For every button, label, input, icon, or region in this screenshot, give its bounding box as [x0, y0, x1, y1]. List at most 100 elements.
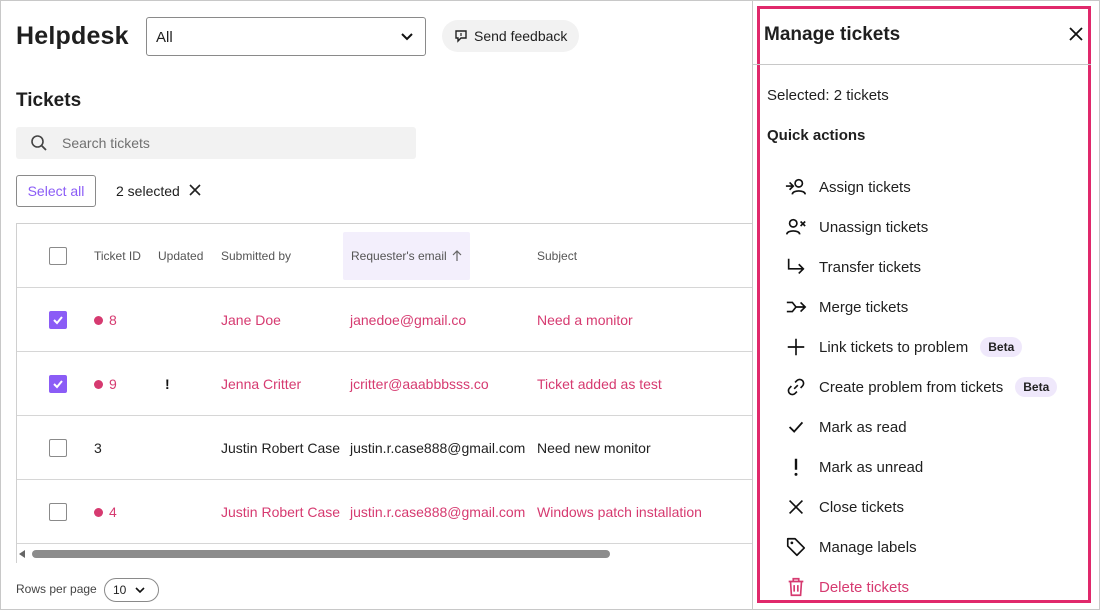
horizontal-scrollbar[interactable] [16, 547, 752, 561]
mark-as-read-label: Mark as read [819, 418, 907, 436]
assign-icon [785, 178, 806, 195]
requester-email: justin.r.case888@gmail.com [350, 440, 526, 456]
row-checkbox[interactable] [49, 503, 67, 521]
app-title: Helpdesk [16, 22, 129, 50]
table-row[interactable]: 4 Justin Robert Case justin.r.case888@gm… [17, 480, 752, 544]
mark-as-read-action[interactable]: Mark as read [784, 407, 907, 447]
manage-labels-label: Manage labels [819, 538, 917, 556]
ticket-id: 4 [109, 504, 117, 520]
link-tickets-to-problem-label: Link tickets to problem [819, 338, 969, 356]
close-icon [788, 499, 804, 515]
chevron-down-icon [135, 587, 145, 594]
row-checkbox[interactable] [49, 311, 67, 329]
table-row[interactable]: 8 Jane Doe janedoe@gmail.co Need a monit… [17, 288, 752, 352]
check-icon [788, 421, 804, 433]
table-header-row: Ticket ID Updated Submitted by Requester… [17, 224, 752, 288]
submitted-by: Jenna Critter [221, 376, 302, 392]
create-problem-from-tickets-label: Create problem from tickets [819, 378, 1004, 396]
send-feedback-label: Send feedback [474, 28, 568, 44]
search-box[interactable] [16, 127, 416, 159]
panel-title: Manage tickets [764, 24, 901, 45]
chevron-down-icon [401, 33, 413, 41]
table-row[interactable]: 9 ! Jenna Critter jcritter@aaabbbsss.co … [17, 352, 752, 416]
main-area: Helpdesk All Send feedback Tickets Selec… [0, 0, 752, 610]
submitted-by: Justin Robert Case [221, 440, 341, 456]
ticket-subject[interactable]: Ticket added as test [537, 352, 662, 416]
assign-tickets-label: Assign tickets [819, 178, 911, 196]
rows-per-page-label: Rows per page [16, 582, 97, 596]
close-tickets-action[interactable]: Close tickets [784, 487, 904, 527]
unread-dot-icon [94, 379, 103, 389]
requester-email: jcritter@aaabbbsss.co [350, 376, 489, 392]
tickets-table: Ticket ID Updated Submitted by Requester… [16, 223, 752, 563]
assign-tickets-action[interactable]: Assign tickets [784, 167, 911, 207]
link-tickets-to-problem-action[interactable]: Link tickets to problem Beta [784, 327, 1023, 367]
requester-email: justin.r.case888@gmail.com [350, 504, 526, 520]
column-submitted-by[interactable]: Submitted by [221, 224, 291, 288]
column-subject[interactable]: Subject [537, 224, 577, 288]
rows-per-page-select[interactable]: 10 [104, 578, 159, 602]
ticket-id: 8 [109, 312, 117, 328]
transfer-tickets-label: Transfer tickets [819, 258, 921, 276]
column-requester-email[interactable]: Requester's email [343, 232, 470, 280]
selected-tickets-text: Selected: 2 tickets [767, 87, 889, 104]
scrollbar-thumb[interactable] [32, 550, 610, 558]
ticket-subject[interactable]: Need a monitor [537, 288, 633, 352]
panel-divider [752, 0, 753, 610]
ticket-id: 9 [109, 376, 117, 392]
rows-per-page-value: 10 [113, 583, 127, 597]
panel-separator [752, 64, 1091, 65]
exclamation-icon [794, 458, 798, 476]
filter-select[interactable]: All [146, 17, 426, 56]
select-all-checkbox[interactable] [49, 247, 67, 265]
unassign-tickets-action[interactable]: Unassign tickets [784, 207, 928, 247]
beta-badge: Beta [1015, 377, 1058, 397]
unread-dot-icon [94, 507, 103, 517]
column-ticket-id[interactable]: Ticket ID [94, 224, 141, 288]
manage-labels-action[interactable]: Manage labels [784, 527, 917, 567]
requester-email: janedoe@gmail.co [350, 312, 467, 328]
unread-dot-icon [94, 315, 103, 325]
checkmark-icon [53, 316, 63, 325]
transfer-tickets-action[interactable]: Transfer tickets [784, 247, 921, 287]
merge-tickets-label: Merge tickets [819, 298, 909, 316]
delete-tickets-action[interactable]: Delete tickets [784, 567, 909, 607]
merge-icon [786, 301, 807, 313]
scroll-left-icon[interactable] [19, 550, 25, 558]
updated-indicator: ! [165, 376, 170, 392]
close-tickets-label: Close tickets [819, 498, 905, 516]
arrow-up-icon [452, 250, 462, 261]
merge-tickets-action[interactable]: Merge tickets [784, 287, 908, 327]
feedback-icon [455, 30, 467, 43]
manage-tickets-panel: Manage tickets Selected: 2 tickets Quick… [752, 6, 1091, 603]
link-icon [787, 378, 805, 396]
tag-icon [786, 537, 806, 557]
row-checkbox[interactable] [49, 375, 67, 393]
table-row[interactable]: 3 Justin Robert Case justin.r.case888@gm… [17, 416, 752, 480]
filter-select-value: All [156, 29, 173, 46]
mark-as-unread-action[interactable]: Mark as unread [784, 447, 923, 487]
ticket-id: 3 [94, 440, 102, 456]
plus-icon [787, 338, 805, 356]
unassign-icon [786, 218, 806, 235]
selected-count: 2 selected [116, 183, 180, 199]
close-panel-icon[interactable] [1068, 26, 1084, 42]
mark-as-unread-label: Mark as unread [819, 458, 924, 476]
beta-badge: Beta [980, 337, 1023, 357]
column-requester-email-label: Requester's email [351, 249, 447, 263]
search-icon [31, 135, 47, 151]
search-input[interactable] [62, 133, 392, 153]
ticket-subject[interactable]: Need new monitor [537, 416, 651, 480]
ticket-subject[interactable]: Windows patch installation [537, 480, 702, 544]
row-checkbox[interactable] [49, 439, 67, 457]
clear-selection-icon[interactable] [188, 183, 202, 197]
column-updated[interactable]: Updated [158, 224, 203, 288]
checkmark-icon [53, 380, 63, 389]
create-problem-from-tickets-action[interactable]: Create problem from tickets Beta [784, 367, 1058, 407]
delete-tickets-label: Delete tickets [819, 578, 910, 596]
transfer-icon [787, 258, 805, 275]
trash-icon [788, 577, 804, 597]
unassign-tickets-label: Unassign tickets [819, 218, 929, 236]
send-feedback-button[interactable]: Send feedback [442, 20, 580, 52]
select-all-button[interactable]: Select all [16, 175, 96, 207]
